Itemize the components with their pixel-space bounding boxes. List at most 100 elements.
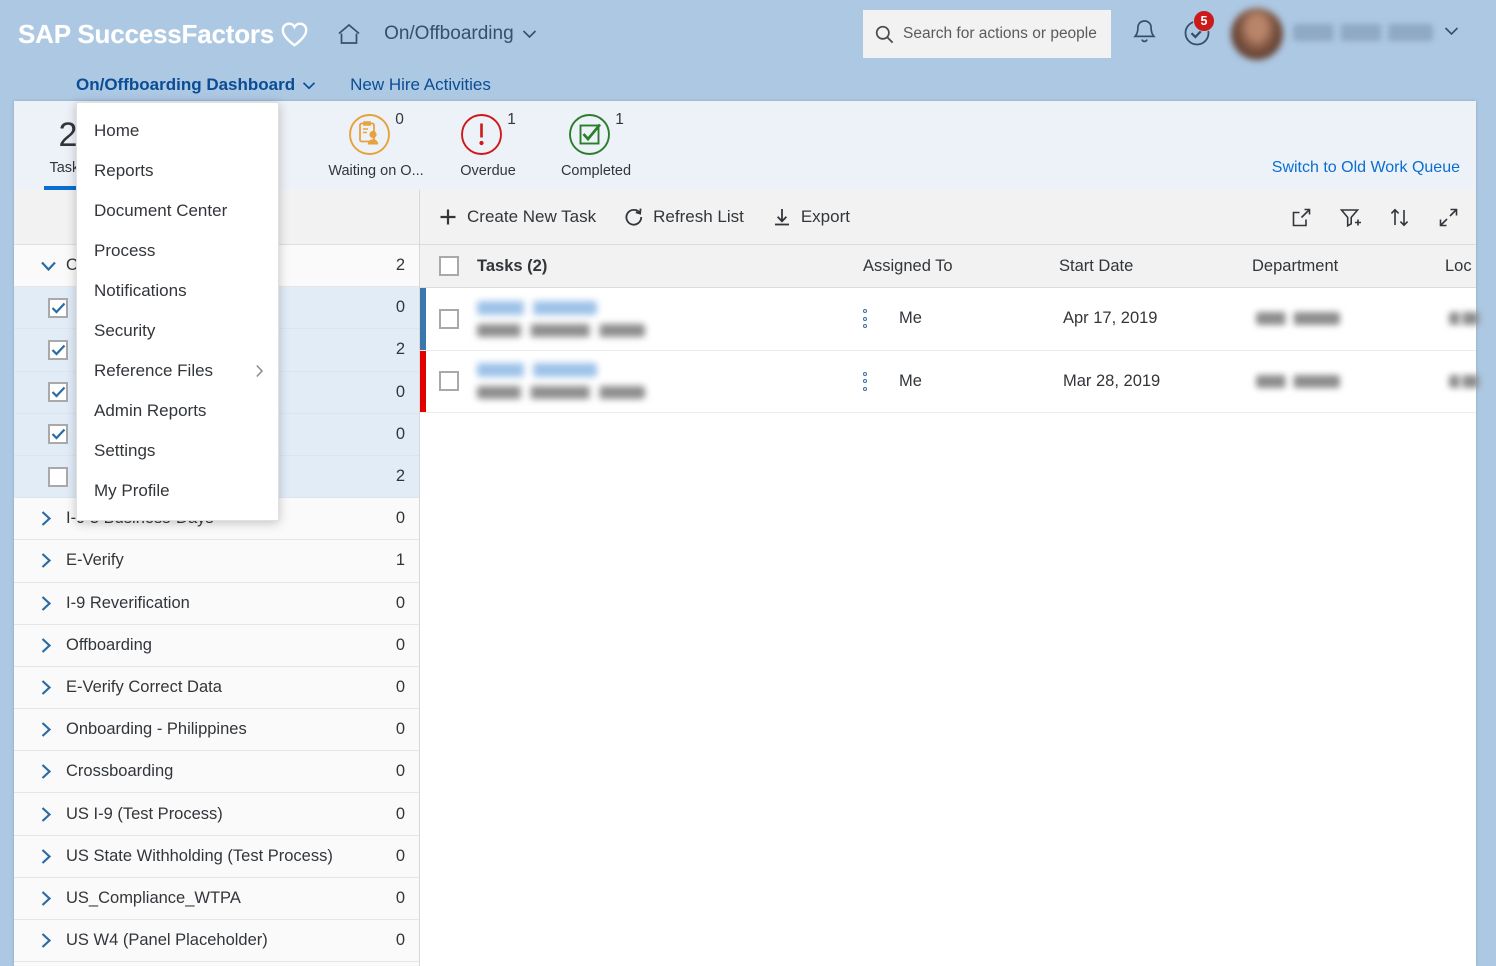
column-header-start-date[interactable]: Start Date (1059, 257, 1252, 276)
download-icon (774, 209, 789, 226)
chevron-right-icon[interactable] (40, 848, 66, 865)
tab-onoffboarding-dashboard[interactable]: On/Offboarding Dashboard (76, 75, 316, 95)
row-department-masked (1256, 374, 1449, 388)
filter-row-offboarding[interactable]: Offboarding 0 (14, 624, 419, 667)
row-kebab-menu[interactable] (863, 309, 867, 329)
app-logo[interactable]: SAP SuccessFactors (18, 19, 308, 50)
menu-item-document-center[interactable]: Document Center (77, 191, 278, 231)
table-row[interactable]: Me Mar 28, 2019 (420, 350, 1479, 413)
filter-row-us-state-withholding-test-process-[interactable]: US State Withholding (Test Process) 0 (14, 835, 419, 878)
filter-row-e-verify[interactable]: E-Verify 1 (14, 540, 419, 583)
menu-item-admin-reports[interactable]: Admin Reports (77, 391, 278, 431)
menu-item-process[interactable]: Process (77, 231, 278, 271)
row-task-name-masked[interactable] (477, 363, 597, 378)
table-header-row: Tasks (2) Assigned To Start Date Departm… (420, 245, 1476, 288)
kpi-completed-label: Completed (560, 162, 632, 179)
row-kebab-menu[interactable] (863, 371, 867, 391)
avatar[interactable] (1231, 8, 1283, 60)
refresh-list-label: Refresh List (653, 207, 744, 226)
filter-row-count: 2 (395, 340, 405, 359)
kpi-completed-value: 1 (615, 110, 624, 128)
chevron-right-icon[interactable] (40, 932, 66, 949)
app-menu-selector[interactable]: On/Offboarding (384, 23, 537, 45)
chevron-right-icon[interactable] (40, 637, 66, 654)
menu-item-my-profile[interactable]: My Profile (77, 471, 278, 511)
completed-check-icon (569, 113, 611, 155)
filter-add-icon[interactable] (1339, 206, 1362, 229)
export-label: Export (800, 207, 850, 226)
create-new-task-button[interactable]: Create New Task (438, 207, 596, 227)
row-status-bar (420, 288, 426, 350)
filter-row-count: 1 (395, 551, 405, 570)
chevron-right-icon[interactable] (40, 806, 66, 823)
column-header-assigned-to[interactable]: Assigned To (863, 257, 1059, 276)
filter-row-count: 0 (395, 509, 405, 528)
menu-item-home[interactable]: Home (77, 111, 278, 151)
filter-row-us-w4-panel-placeholder-[interactable]: US W4 (Panel Placeholder) 0 (14, 920, 419, 963)
filter-checkbox[interactable] (48, 339, 74, 360)
menu-item-reference-files[interactable]: Reference Files (77, 351, 278, 391)
column-header-tasks[interactable]: Tasks (2) (477, 257, 863, 276)
column-header-location[interactable]: Loc (1445, 257, 1496, 276)
chevron-right-icon[interactable] (40, 721, 66, 738)
filter-row-count: 0 (395, 593, 405, 612)
filter-row-label: I-9 Reverification (66, 593, 190, 612)
share-icon[interactable] (1290, 206, 1313, 229)
kpi-overdue[interactable]: 1 Overdue (434, 101, 542, 190)
refresh-list-button[interactable]: Refresh List (624, 207, 744, 227)
filter-row-e-verify-correct-data[interactable]: E-Verify Correct Data 0 (14, 666, 419, 710)
search-input[interactable]: Search for actions or people (863, 10, 1111, 58)
filter-row-us-i-9-test-process-[interactable]: US I-9 (Test Process) 0 (14, 793, 419, 836)
checkbox-box (48, 339, 68, 360)
filter-checkbox[interactable] (48, 424, 74, 445)
refresh-icon (625, 208, 643, 226)
checkbox-box (438, 256, 459, 276)
tab-new-hire-activities[interactable]: New Hire Activities (350, 75, 491, 95)
menu-item-settings[interactable]: Settings (77, 431, 278, 471)
row-task-cell[interactable] (477, 300, 863, 337)
chevron-right-icon[interactable] (40, 510, 66, 527)
row-checkbox[interactable] (420, 371, 477, 392)
filter-checkbox[interactable] (48, 382, 74, 403)
menu-item-security[interactable]: Security (77, 311, 278, 351)
chevron-down-icon[interactable] (40, 260, 66, 272)
table-row[interactable]: Me Apr 17, 2019 (420, 288, 1479, 351)
sort-icon[interactable] (1388, 206, 1411, 229)
menu-item-label: Notifications (94, 281, 187, 300)
chevron-right-icon[interactable] (40, 595, 66, 612)
filter-row-crossboarding[interactable]: Crossboarding 0 (14, 751, 419, 794)
export-button[interactable]: Export (772, 207, 850, 227)
fullscreen-icon[interactable] (1437, 206, 1460, 229)
row-checkbox[interactable] (420, 308, 477, 329)
menu-item-notifications[interactable]: Notifications (77, 271, 278, 311)
select-all-checkbox[interactable] (420, 256, 477, 276)
filter-row-i-9-reverification[interactable]: I-9 Reverification 0 (14, 582, 419, 625)
menu-item-reports[interactable]: Reports (77, 151, 278, 191)
row-status-bar (420, 350, 426, 412)
row-department-masked (1256, 312, 1449, 326)
bell-icon[interactable] (1131, 18, 1158, 47)
chevron-right-icon[interactable] (40, 890, 66, 907)
filter-checkbox[interactable] (48, 297, 74, 318)
chevron-right-icon[interactable] (40, 552, 66, 569)
chevron-right-icon[interactable] (40, 763, 66, 780)
filter-row-onboarding-philippines[interactable]: Onboarding - Philippines 0 (14, 709, 419, 752)
menu-item-label: Home (94, 121, 140, 140)
filter-checkbox[interactable] (48, 466, 74, 487)
row-location-masked (1449, 312, 1496, 326)
filter-row-us-compliance-wtpa[interactable]: US_Compliance_WTPA 0 (14, 877, 419, 920)
kpi-completed[interactable]: 1 Completed (542, 101, 650, 190)
kpi-waiting-on-others[interactable]: 0 Waiting on O... (322, 101, 430, 190)
chevron-right-icon[interactable] (40, 679, 66, 696)
chevron-down-icon[interactable] (1444, 26, 1459, 36)
row-task-subtitle-masked (477, 386, 645, 400)
switch-to-old-work-queue-link[interactable]: Switch to Old Work Queue (1272, 159, 1460, 177)
create-new-task-label: Create New Task (467, 207, 597, 226)
menu-item-label: My Profile (94, 481, 170, 500)
column-header-department[interactable]: Department (1252, 257, 1445, 276)
home-icon[interactable] (336, 22, 362, 46)
waiting-on-others-icon (349, 113, 391, 155)
row-task-name-masked[interactable] (477, 300, 597, 315)
filter-row-label: US_Compliance_WTPA (66, 888, 241, 907)
row-task-cell[interactable] (477, 363, 863, 400)
